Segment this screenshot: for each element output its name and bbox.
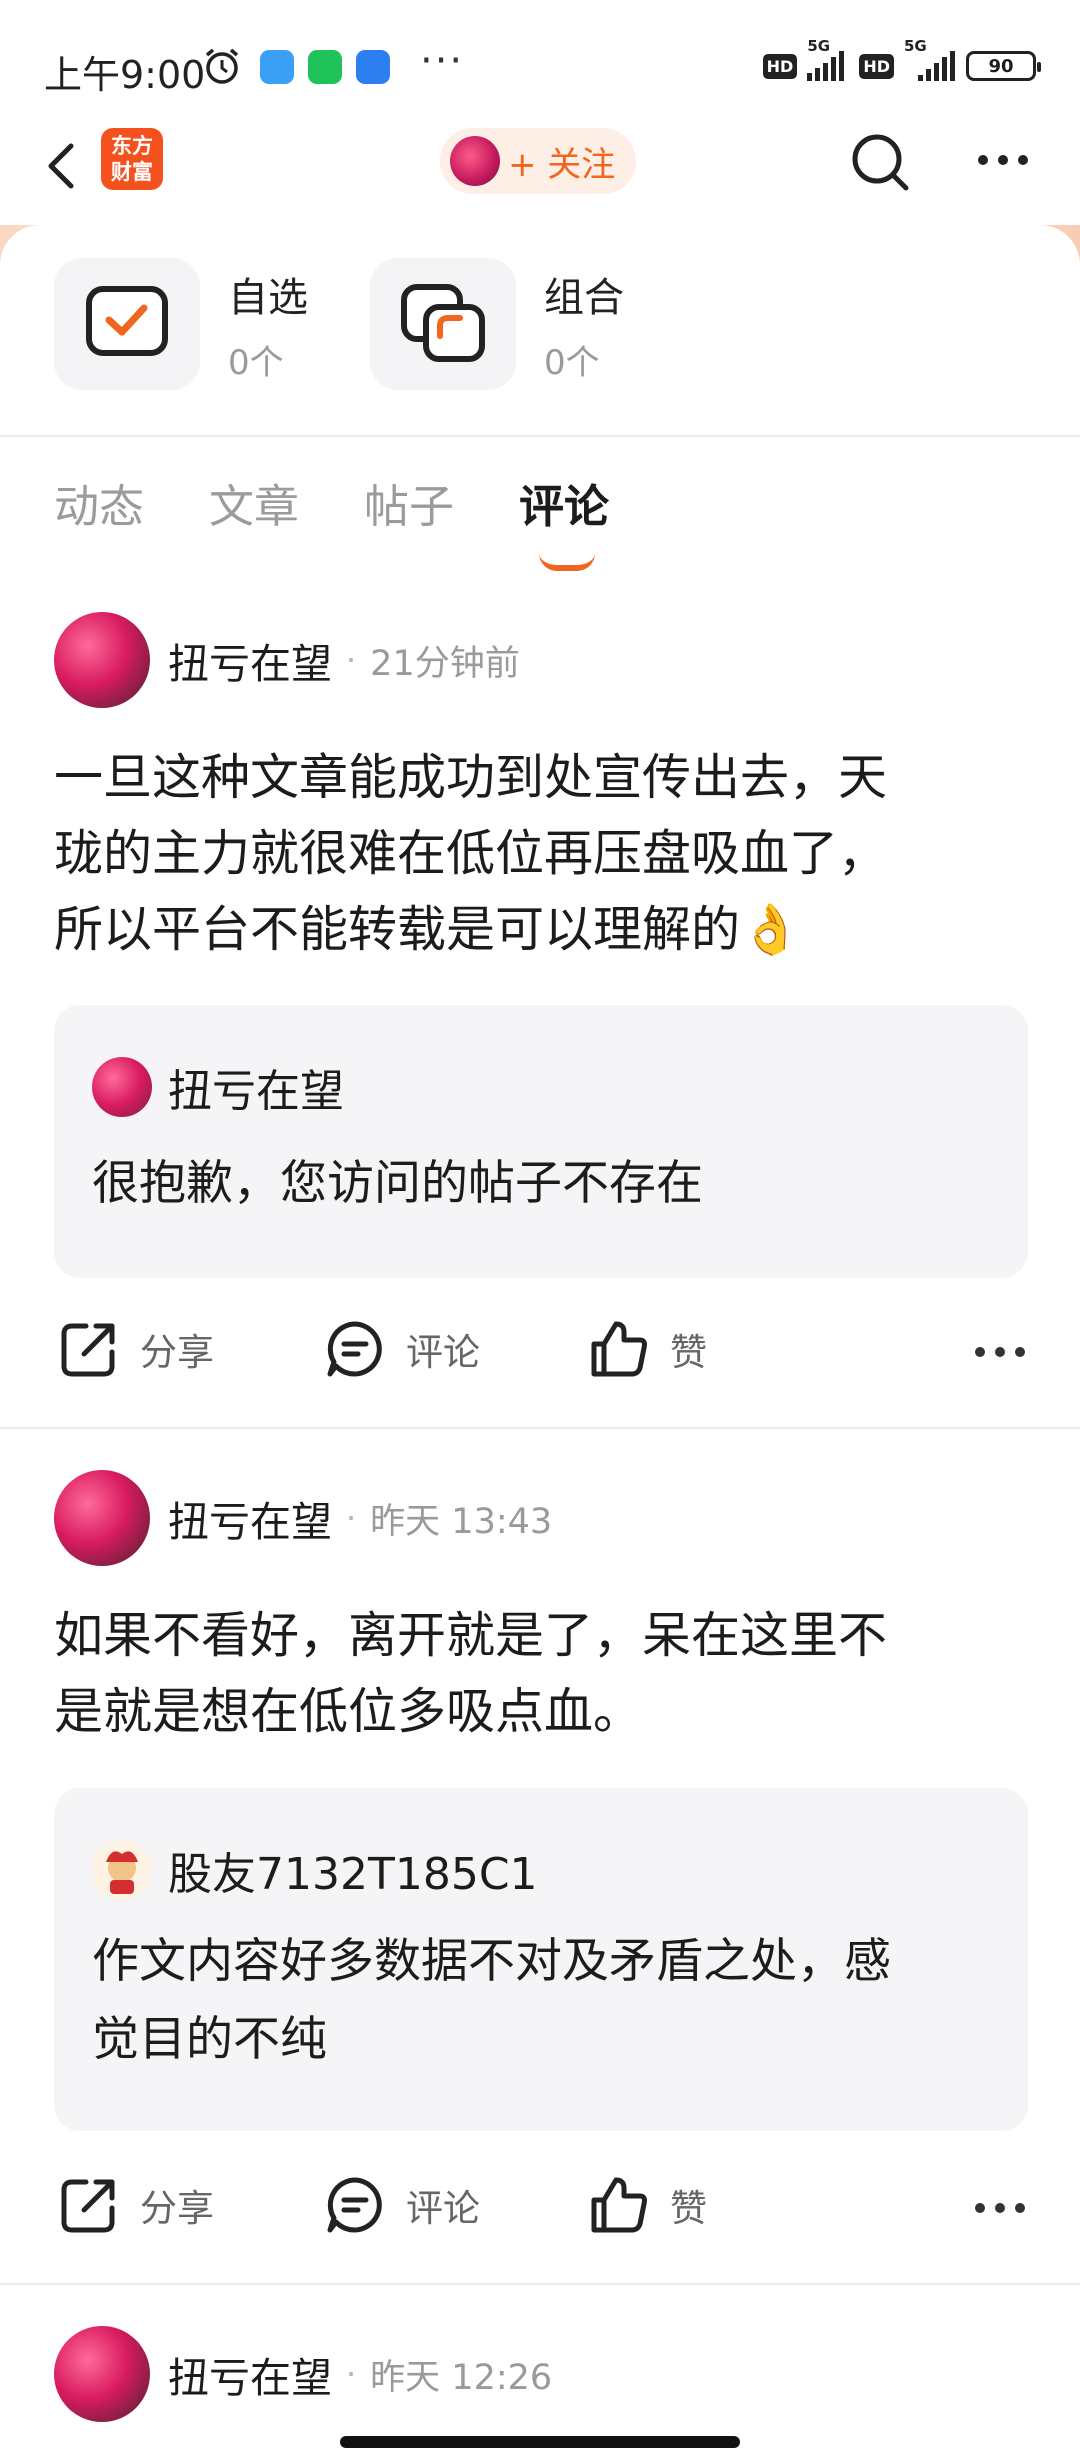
separator-dot: · bbox=[346, 1499, 357, 1537]
thumbs-up-icon bbox=[591, 1321, 647, 1377]
battery-indicator: 90 bbox=[966, 51, 1041, 81]
combination-count: 0个 bbox=[544, 342, 600, 383]
author-name[interactable]: 扭亏在望 bbox=[168, 630, 332, 690]
more-options-icon[interactable] bbox=[974, 1343, 1026, 1361]
post-actions: 分享 评论 赞 bbox=[54, 1318, 1034, 1388]
separator-dot: · bbox=[346, 641, 357, 679]
tab-articles[interactable]: 文章 bbox=[209, 470, 299, 535]
quoted-post[interactable]: 扭亏在望 很抱歉，您访问的帖子不存在 bbox=[54, 1005, 1028, 1278]
avatar[interactable] bbox=[54, 612, 150, 708]
comment-icon bbox=[327, 1321, 382, 1377]
comment-button[interactable]: 评论 bbox=[324, 1318, 480, 1380]
avatar bbox=[92, 1840, 152, 1900]
status-indicators: HD 5G HD 5G 90 bbox=[762, 37, 1041, 86]
watchlist-count: 0个 bbox=[228, 342, 284, 383]
separator-dot: · bbox=[346, 2355, 357, 2393]
hd-badge: HD bbox=[762, 53, 798, 79]
thumbs-up-icon bbox=[591, 2177, 647, 2233]
avatar[interactable] bbox=[54, 2326, 150, 2422]
hd-badge-2: HD bbox=[859, 53, 894, 79]
divider bbox=[0, 435, 1080, 437]
share-button[interactable]: 分享 bbox=[58, 1318, 214, 1380]
divider bbox=[0, 1427, 1080, 1429]
author-name[interactable]: 扭亏在望 bbox=[168, 1488, 332, 1548]
avatar bbox=[450, 136, 500, 186]
top-nav: 东方 财富 + 关注 bbox=[0, 120, 1080, 225]
quoted-text: 作文内容好多数据不对及矛盾之处，感 觉目的不纯 bbox=[92, 1934, 891, 2067]
watchlist-icon bbox=[54, 258, 200, 390]
author-name[interactable]: 扭亏在望 bbox=[168, 2344, 332, 2404]
quoted-header: 股友7132T185C1 bbox=[92, 1838, 538, 1902]
post-time: 昨天 13:43 bbox=[370, 1501, 553, 1542]
post-time: 昨天 12:26 bbox=[370, 2357, 553, 2398]
status-bar: 上午9:00 ··· HD 5G HD 5G 90 bbox=[0, 0, 1080, 135]
quoted-author: 扭亏在望 bbox=[168, 1066, 344, 1117]
tab-comments[interactable]: 评论 bbox=[519, 470, 609, 571]
quoted-text: 很抱歉，您访问的帖子不存在 bbox=[92, 1156, 703, 1211]
post-actions: 分享 评论 赞 bbox=[54, 2174, 1034, 2244]
signal-icon-2: 5G bbox=[904, 37, 956, 81]
browser-notification-icon bbox=[356, 50, 390, 84]
more-options-icon[interactable] bbox=[975, 150, 1031, 170]
quoted-header: 扭亏在望 bbox=[92, 1055, 344, 1119]
tab-dynamic[interactable]: 动态 bbox=[54, 470, 144, 535]
quoted-author: 股友7132T185C1 bbox=[168, 1849, 538, 1900]
comment-button[interactable]: 评论 bbox=[324, 2174, 480, 2236]
share-icon bbox=[61, 1323, 115, 1377]
tab-posts[interactable]: 帖子 bbox=[364, 470, 454, 535]
search-icon[interactable] bbox=[848, 130, 914, 196]
post-header: 扭亏在望 · 21分钟前 bbox=[54, 612, 520, 708]
signal-icon: 5G bbox=[807, 37, 849, 81]
post-body[interactable]: 一旦这种文章能成功到处宣传出去，天 珑的主力就很难在低位再压盘吸血了， 所以平台… bbox=[54, 740, 1034, 968]
portfolio-card: 自选 0个 组合 0个 bbox=[0, 225, 1080, 435]
post-time: 21分钟前 bbox=[370, 643, 520, 684]
more-notifications-icon: ··· bbox=[420, 38, 465, 84]
status-time: 上午9:00 bbox=[44, 53, 206, 97]
comment-icon bbox=[327, 2177, 382, 2233]
avatar bbox=[92, 1057, 152, 1117]
post-header: 扭亏在望 · 昨天 13:43 bbox=[54, 1470, 552, 1566]
app-notification-icon bbox=[260, 50, 294, 84]
share-icon bbox=[61, 2179, 115, 2233]
combination-title: 组合 bbox=[544, 274, 624, 321]
follow-label: + 关注 bbox=[508, 144, 616, 185]
alarm-icon bbox=[205, 48, 239, 84]
combination-icon bbox=[370, 258, 516, 390]
share-button[interactable]: 分享 bbox=[58, 2174, 214, 2236]
follow-button[interactable]: + 关注 bbox=[440, 128, 636, 194]
eastmoney-logo[interactable]: 东方 财富 bbox=[101, 128, 163, 190]
quoted-post[interactable]: 股友7132T185C1 作文内容好多数据不对及矛盾之处，感 觉目的不纯 bbox=[54, 1788, 1028, 2131]
wechat-icon bbox=[308, 50, 342, 84]
back-icon[interactable] bbox=[38, 136, 88, 196]
like-button[interactable]: 赞 bbox=[588, 2174, 707, 2236]
like-button[interactable]: 赞 bbox=[588, 1318, 707, 1380]
combination-item[interactable]: 组合 0个 bbox=[370, 258, 624, 390]
divider bbox=[0, 2283, 1080, 2285]
home-indicator[interactable] bbox=[340, 2436, 740, 2448]
watchlist-title: 自选 bbox=[228, 274, 308, 321]
more-options-icon[interactable] bbox=[974, 2199, 1026, 2217]
post-body[interactable]: 如果不看好，离开就是了，呆在这里不 是就是想在低位多吸点血。 bbox=[54, 1598, 1034, 1750]
post-header: 扭亏在望 · 昨天 12:26 bbox=[54, 2326, 552, 2422]
content-tabs: 动态 文章 帖子 评论 bbox=[54, 470, 609, 571]
watchlist-item[interactable]: 自选 0个 bbox=[54, 258, 308, 390]
avatar[interactable] bbox=[54, 1470, 150, 1566]
